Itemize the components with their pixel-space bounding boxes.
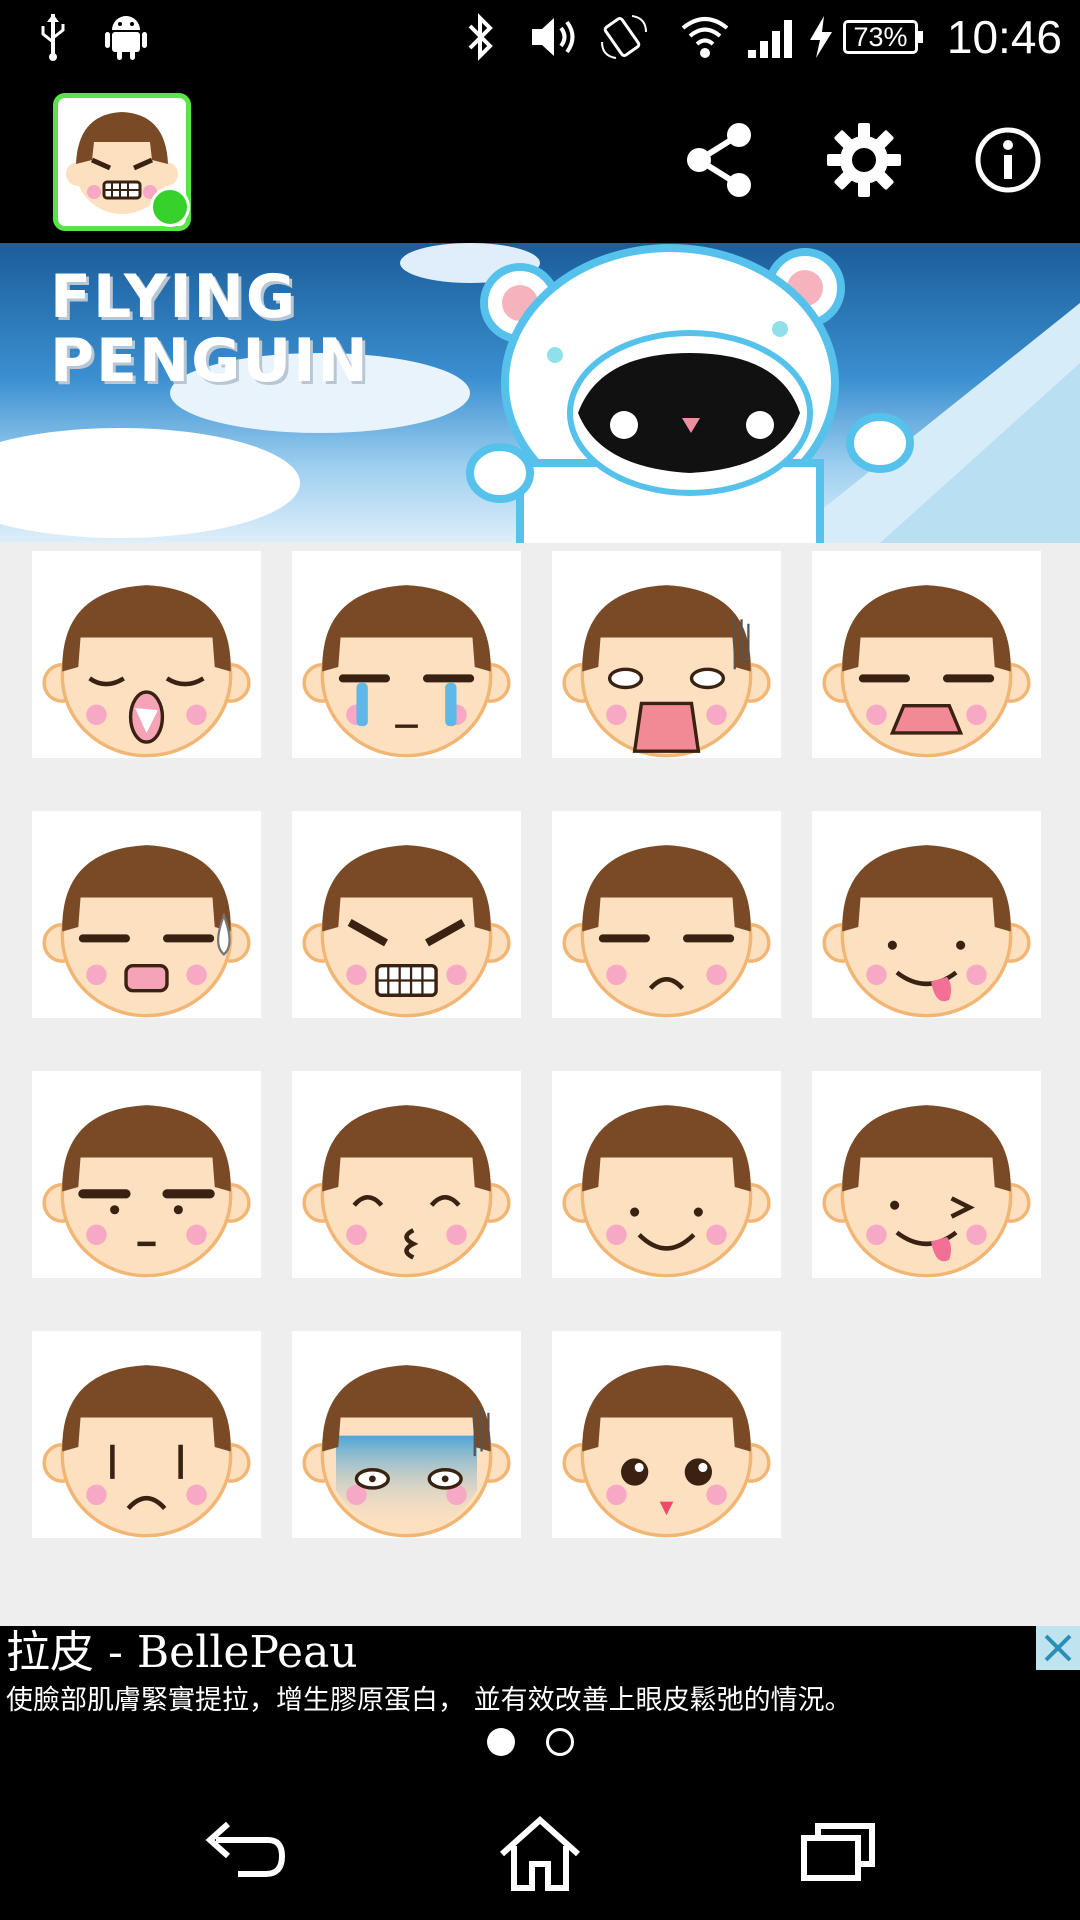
home-icon[interactable] — [492, 1814, 588, 1894]
sticker-unhappy[interactable] — [552, 811, 781, 1018]
sticker-smile[interactable] — [552, 1071, 781, 1278]
info-icon[interactable] — [965, 117, 1051, 203]
sticker-cute-surprised[interactable] — [552, 1331, 781, 1538]
status-bar: 73% 10:46 — [0, 0, 1080, 75]
battery-indicator: 73% — [843, 20, 923, 54]
ad-close-icon[interactable] — [1036, 1626, 1080, 1670]
sticker-displeased-shout[interactable] — [812, 551, 1041, 758]
ad-body: 使臉部肌膚緊實提拉，增生膠原蛋白， 並有效改善上眼皮鬆弛的情況。 — [6, 1685, 852, 1716]
nervous-sweat-face-icon — [42, 845, 251, 1018]
sticker-shocked[interactable] — [552, 551, 781, 758]
promo-banner[interactable]: FLYING PENGUIN — [0, 243, 1080, 543]
angry-teeth-face-icon — [302, 845, 511, 1018]
sticker-nervous-sweat[interactable] — [32, 811, 261, 1018]
sticker-crying[interactable] — [292, 551, 521, 758]
charging-icon — [810, 16, 832, 58]
sticker-kissy[interactable] — [292, 1071, 521, 1278]
banner-title-line1: FLYING — [50, 262, 298, 332]
battery-level: 73% — [853, 22, 908, 52]
recent-apps-icon[interactable] — [790, 1814, 886, 1894]
ad-page-dot-1[interactable] — [487, 1728, 515, 1756]
smile-face-icon — [562, 1105, 771, 1278]
clock: 10:46 — [946, 11, 1062, 63]
crying-face-icon — [302, 585, 511, 758]
signal-icon — [748, 20, 792, 58]
wifi-icon — [681, 17, 729, 58]
sticker-sleepy-yawn[interactable] — [32, 551, 261, 758]
ad-title: 拉皮 - BellePeau — [6, 1627, 358, 1678]
ad-page-dot-2[interactable] — [546, 1728, 574, 1756]
displeased-shout-face-icon — [822, 585, 1031, 758]
banner-title-line2: PENGUIN — [50, 326, 370, 396]
banner-title: FLYING PENGUIN — [50, 265, 370, 393]
wink-tongue-face-icon — [822, 1105, 1031, 1278]
sleepy-yawn-face-icon — [42, 585, 251, 758]
cute-surprised-face-icon — [562, 1365, 771, 1538]
sticker-horrified[interactable] — [292, 1331, 521, 1538]
unhappy-face-icon — [562, 845, 771, 1018]
horrified-face-icon — [302, 1365, 511, 1538]
ad-banner[interactable]: 拉皮 - BellePeau 使臉部肌膚緊實提拉，增生膠原蛋白， 並有效改善上眼… — [0, 1626, 1080, 1786]
rotate-icon — [601, 15, 647, 59]
bluetooth-icon — [468, 13, 493, 61]
sulky-face-icon — [42, 1105, 251, 1278]
sticker-sad[interactable] — [32, 1331, 261, 1538]
shocked-face-icon — [562, 585, 771, 758]
sticker-angry-teeth[interactable] — [292, 811, 521, 1018]
app-bar — [0, 75, 1080, 243]
volume-icon — [532, 18, 575, 56]
settings-icon[interactable] — [821, 117, 907, 203]
online-badge — [150, 187, 190, 227]
android-icon — [105, 16, 147, 60]
sad-face-icon — [42, 1365, 251, 1538]
navigation-bar — [0, 1786, 1080, 1920]
sticker-tongue-out[interactable] — [812, 811, 1041, 1018]
tongue-out-face-icon — [822, 845, 1031, 1018]
kissy-face-icon — [302, 1105, 511, 1278]
share-icon[interactable] — [677, 117, 763, 203]
back-icon[interactable] — [198, 1814, 294, 1894]
usb-icon — [41, 14, 65, 61]
sticker-grid — [0, 543, 1080, 1626]
sticker-wink-tongue[interactable] — [812, 1071, 1041, 1278]
sticker-sulky[interactable] — [32, 1071, 261, 1278]
